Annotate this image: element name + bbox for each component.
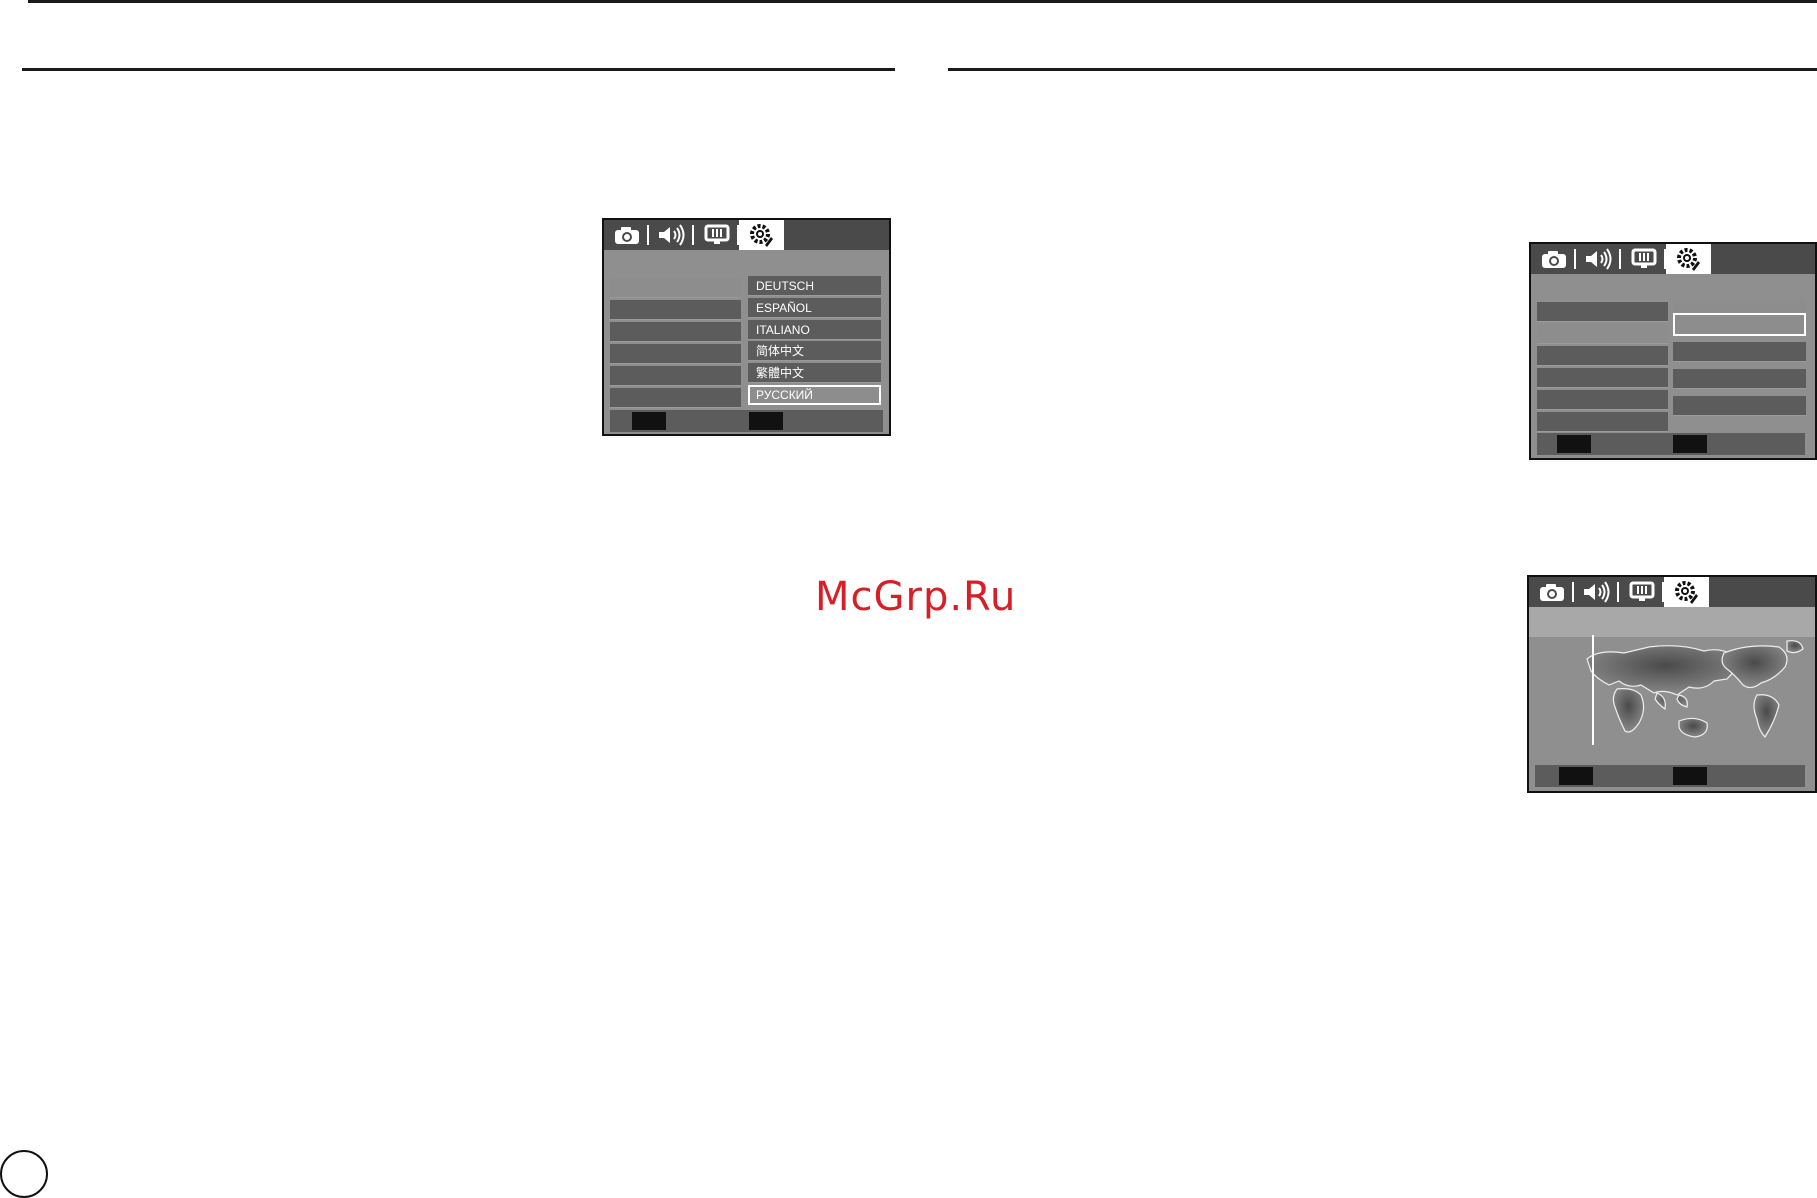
language-option[interactable]: DEUTSCH (748, 276, 881, 296)
tab-settings[interactable] (1666, 244, 1711, 274)
ok-button[interactable] (1673, 767, 1707, 785)
camera-icon (1541, 251, 1566, 268)
back-button[interactable] (1557, 435, 1591, 453)
menu-row[interactable] (1537, 390, 1668, 410)
world-time-header (1529, 607, 1815, 637)
menu-row[interactable] (1537, 346, 1668, 366)
world-map (1586, 635, 1804, 745)
watermark: McGrp.Ru (815, 574, 1017, 620)
menu-row[interactable] (1537, 302, 1668, 322)
gear-icon (749, 224, 773, 247)
tab-sound[interactable] (1576, 244, 1621, 274)
menu-tab-bar (604, 220, 889, 250)
tab-settings[interactable] (739, 220, 784, 250)
tab-camera[interactable] (1531, 244, 1576, 274)
menu-row[interactable] (610, 344, 741, 364)
language-menu-screen: DEUTSCH ESPAÑOL ITALIANO 简体中文 繁體中文 РУССК… (602, 218, 891, 436)
menu-row[interactable] (610, 322, 741, 342)
tab-settings[interactable] (1664, 577, 1709, 607)
gear-icon (1676, 248, 1700, 271)
tab-display[interactable] (694, 220, 739, 250)
top-rule (28, 0, 1817, 3)
page-number-circle (0, 1150, 48, 1198)
language-option[interactable]: ESPAÑOL (748, 298, 881, 318)
gear-icon (1674, 581, 1698, 604)
menu-row[interactable] (1537, 368, 1668, 388)
tab-camera[interactable] (1529, 577, 1574, 607)
language-option[interactable]: ITALIANO (748, 320, 881, 340)
menu-row[interactable] (1537, 412, 1668, 432)
display-icon (704, 224, 729, 244)
left-section-rule (22, 68, 895, 71)
settings-menu-screen (1529, 242, 1817, 460)
tab-display[interactable] (1619, 577, 1664, 607)
option-row[interactable] (1673, 369, 1806, 389)
ok-button[interactable] (749, 412, 783, 430)
menu-row[interactable] (610, 278, 741, 298)
menu-row[interactable] (1537, 324, 1668, 344)
camera-icon (1539, 584, 1564, 601)
speaker-icon (1583, 581, 1609, 603)
speaker-icon (1585, 248, 1611, 270)
right-section-rule (948, 68, 1817, 71)
menu-row[interactable] (610, 388, 741, 408)
menu-bottom-bar (610, 410, 883, 432)
language-option[interactable]: 简体中文 (748, 341, 881, 361)
menu-tab-bar (1529, 577, 1815, 607)
display-icon (1629, 581, 1654, 601)
speaker-icon (658, 224, 684, 246)
camera-icon (614, 227, 639, 244)
language-option-selected[interactable]: РУССКИЙ (748, 385, 881, 405)
back-button[interactable] (632, 412, 666, 430)
option-row[interactable] (1673, 300, 1806, 312)
display-icon (1631, 248, 1656, 268)
menu-tab-bar (1531, 244, 1815, 274)
world-time-bottom-bar (1535, 765, 1805, 787)
option-row[interactable] (1673, 342, 1806, 362)
menu-row[interactable] (610, 366, 741, 386)
back-button[interactable] (1559, 767, 1593, 785)
world-time-screen (1527, 575, 1817, 793)
tab-sound[interactable] (649, 220, 694, 250)
tab-display[interactable] (1621, 244, 1666, 274)
tab-camera[interactable] (604, 220, 649, 250)
option-row[interactable] (1673, 396, 1806, 416)
language-option[interactable]: 繁體中文 (748, 363, 881, 383)
menu-row[interactable] (610, 300, 741, 320)
option-row-selected[interactable] (1673, 313, 1806, 336)
ok-button[interactable] (1673, 435, 1707, 453)
tab-sound[interactable] (1574, 577, 1619, 607)
menu-bottom-bar (1537, 433, 1805, 455)
